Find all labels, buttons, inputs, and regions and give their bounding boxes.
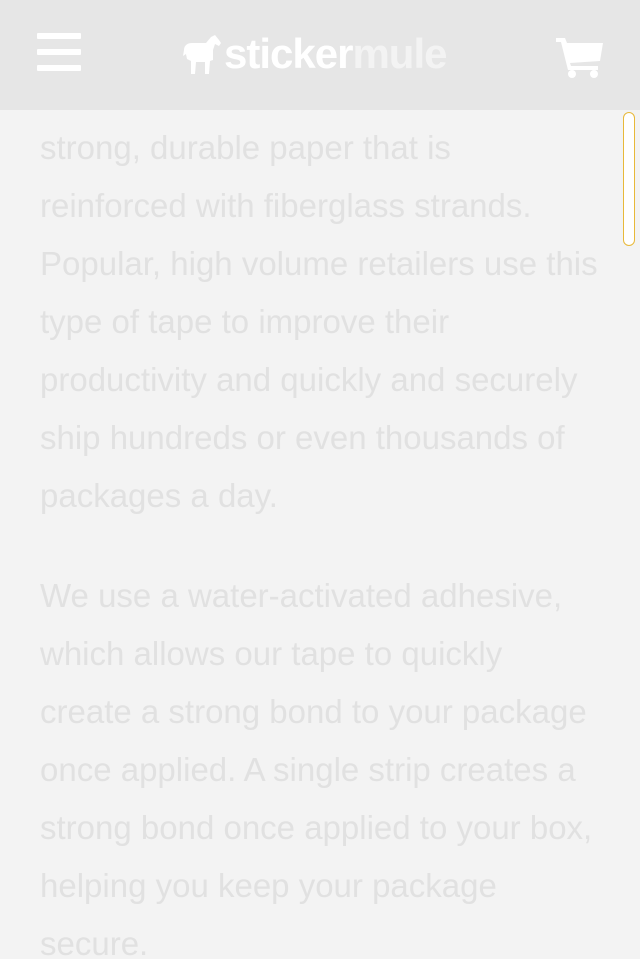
app-window: stickermule strong, durable paper that i…	[0, 0, 640, 959]
body-paragraph: We use a water-activated adhesive, which…	[40, 577, 593, 959]
menu-bar-bottom	[37, 65, 81, 71]
menu-bar-middle	[37, 49, 81, 55]
scrollbar-thumb[interactable]	[623, 112, 635, 246]
menu-bar-top	[37, 33, 81, 39]
logo-text-sticker: sticker	[224, 30, 353, 77]
mule-icon	[183, 35, 221, 74]
top-navigation-bar: stickermule	[0, 0, 640, 110]
hamburger-menu-icon[interactable]	[37, 33, 81, 71]
cart-glyph	[556, 38, 603, 78]
body-paragraph: strong, durable paper that is reinforced…	[40, 129, 598, 514]
vertical-scrollbar[interactable]	[622, 110, 636, 959]
stickermule-logo[interactable]: stickermule	[180, 28, 447, 80]
logo-text-mule: mule	[352, 30, 447, 77]
shopping-cart-icon[interactable]	[556, 36, 604, 78]
